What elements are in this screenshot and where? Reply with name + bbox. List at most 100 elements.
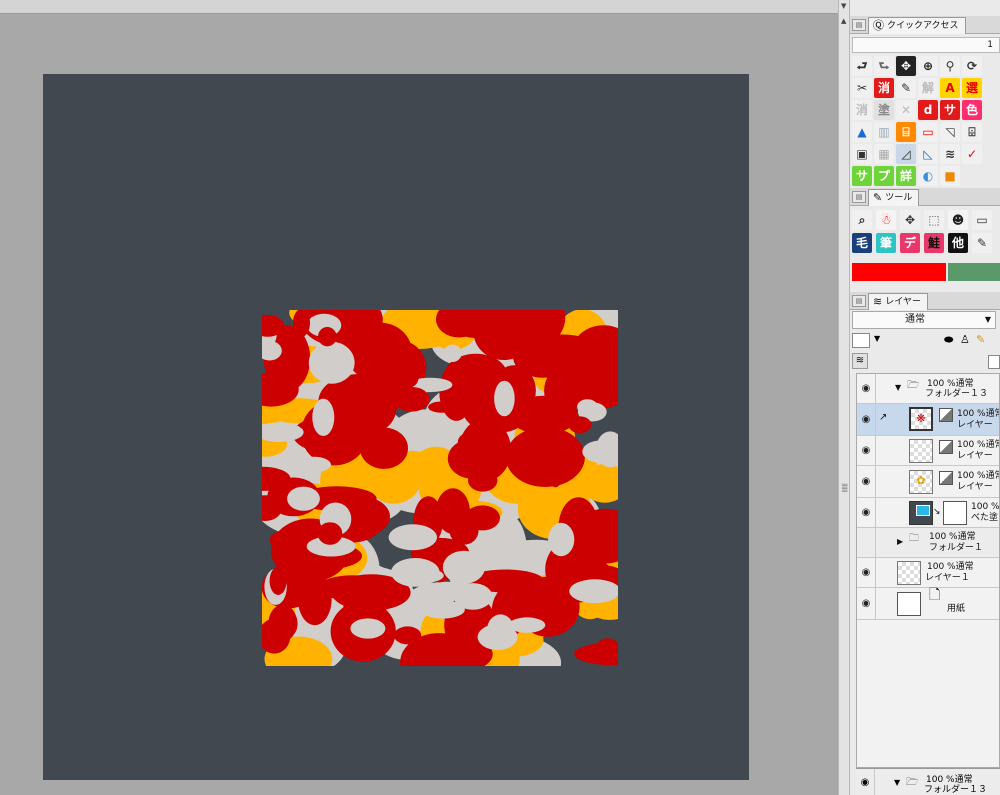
camo-blob <box>477 624 518 650</box>
tool-icon[interactable]: 鮭 <box>924 233 944 253</box>
tool-icon[interactable]: ⟳ <box>962 56 982 76</box>
camo-blob <box>308 341 355 384</box>
layer-row-folder-13[interactable]: ◉ ▼ 🗁 100 %通常 フォルダー１３ <box>857 374 999 404</box>
tool-icon[interactable]: ▭ <box>972 210 992 230</box>
tab-tool[interactable]: ✎ ツール <box>868 189 920 206</box>
layer-row[interactable]: ◉ ✿ 100 %通常 レイヤー <box>857 466 999 498</box>
eye-icon[interactable]: ◉ <box>857 588 876 619</box>
tab-layer[interactable]: ≋ レイヤー <box>868 293 928 310</box>
chevron-down-icon[interactable]: ▼ <box>874 334 880 343</box>
collapse-arrow-icon[interactable]: ▼ <box>841 2 846 10</box>
folder-expanded-icon[interactable]: ▼ <box>894 778 900 787</box>
folder-expanded-icon[interactable]: ▼ <box>895 383 901 393</box>
eye-icon[interactable]: ◉ <box>857 558 876 587</box>
tool-icon[interactable]: 解 <box>918 78 938 98</box>
expand-arrow-icon[interactable]: ▲ <box>841 17 846 25</box>
tool-icon[interactable]: 消 <box>874 78 894 98</box>
layer-name: べた塗 <box>971 513 999 523</box>
layer-stack-icon[interactable]: ≋ <box>852 353 868 369</box>
eye-icon[interactable]: ◉ <box>857 404 876 435</box>
tool-icon[interactable]: ✎ <box>896 78 916 98</box>
tool-icon[interactable]: ◿ <box>896 144 916 164</box>
layer-row-layer-1[interactable]: ◉ 100 %通常 レイヤー１ <box>857 558 999 588</box>
layer-row-folder-1[interactable]: ▶ 🗀 100 %通常 フォルダー１ <box>857 528 999 558</box>
tool-icon[interactable]: 詳 <box>896 166 916 186</box>
tool-icon[interactable]: ✥ <box>900 210 920 230</box>
quick-access-icon-grid: ⮐ ⮑ ✥ ⊕ ⚲ ⟳ ✂ 消 ✎ 解 A 選消塗 ✕ d サ色 ▲ ▥ ⌸ ▭ ◹ ⌹ ▣ ▦ ◿ ◺ ≋ ✓ サプ詳 ◐ ■ <box>852 56 1000 186</box>
tool-icon[interactable]: デ <box>900 233 920 253</box>
tool-icon[interactable]: サ <box>852 166 872 186</box>
tool-icon[interactable]: ▲ <box>852 122 872 142</box>
tool-icon[interactable]: 他 <box>948 233 968 253</box>
canvas-workspace[interactable] <box>0 14 838 795</box>
tool-icon[interactable]: ✥ <box>896 56 916 76</box>
camo-blob <box>457 432 481 452</box>
canvas-paper[interactable] <box>43 74 749 780</box>
layer-row-selected[interactable]: ◉ ↗ ❋ 100 %通常 レイヤー <box>857 404 999 436</box>
camo-blob <box>287 486 320 511</box>
panel-menu-icon[interactable]: ▤ <box>852 295 866 307</box>
page-icon[interactable] <box>988 355 1000 369</box>
main-color-swatch[interactable] <box>852 263 946 281</box>
eye-icon[interactable]: ◉ <box>857 436 876 465</box>
sub-color-swatch[interactable] <box>948 263 1000 281</box>
layer-row-paper[interactable]: ◉ 🗋 用紙 <box>857 588 999 620</box>
folder-open-icon: 🗁 <box>907 380 920 391</box>
tool-icon[interactable]: ■ <box>940 166 960 186</box>
eye-icon[interactable]: ◉ <box>857 374 876 403</box>
tool-icon[interactable]: ⮑ <box>874 56 894 76</box>
tool-icon[interactable]: ▣ <box>852 144 872 164</box>
tab-quick-access[interactable]: Ⓠ クイックアクセス <box>868 17 966 34</box>
quick-access-set-selector[interactable]: 1 <box>852 37 1000 53</box>
color-select-box[interactable] <box>852 333 870 348</box>
panel-menu-icon[interactable]: ▤ <box>852 191 866 203</box>
tool-icon[interactable]: ☃ <box>876 210 896 230</box>
eraser-icon[interactable]: ⬬ <box>944 333 953 347</box>
tool-icon[interactable]: ✕ <box>896 100 916 120</box>
tool-icon[interactable]: ≋ <box>940 144 960 164</box>
tool-icon[interactable]: ⚲ <box>940 56 960 76</box>
layer-row-fill[interactable]: ◉ ↘ 100 % べた塗 <box>857 498 999 528</box>
layer-opacity-mode: 100 %通常 <box>927 562 974 572</box>
tool-icon[interactable]: A <box>940 78 960 98</box>
blend-mode-select[interactable]: 通常 ▼ <box>852 311 996 329</box>
tool-icon[interactable]: ✎ <box>972 233 992 253</box>
eye-icon[interactable]: ◉ <box>856 769 875 795</box>
tool-icon[interactable]: サ <box>940 100 960 120</box>
tool-icon[interactable]: ⊕ <box>918 56 938 76</box>
eye-hidden-slot[interactable] <box>857 528 876 557</box>
tool-icon[interactable]: 塗 <box>874 100 894 120</box>
tool-icon[interactable]: ⬚ <box>924 210 944 230</box>
layer-row[interactable]: ◉ 100 %通常 レイヤー <box>857 436 999 466</box>
tool-icon[interactable]: 筆 <box>876 233 896 253</box>
tool-icon[interactable]: d <box>918 100 938 120</box>
tool-icon[interactable]: ✂ <box>852 78 872 98</box>
eye-icon[interactable]: ◉ <box>857 466 876 497</box>
tool-icon[interactable]: ◺ <box>918 144 938 164</box>
tool-icon[interactable]: ⮐ <box>852 56 872 76</box>
tool-icon[interactable]: ⌸ <box>896 122 916 142</box>
bottom-layer-row[interactable]: ◉ ▼ 🗁 100 %通常 フォルダー１３ <box>856 768 1000 795</box>
tool-icon[interactable]: ⌹ <box>962 122 982 142</box>
layer-name: レイヤー <box>957 451 993 461</box>
panel-splitter[interactable]: ▼ ▲ ═ ═ ═ <box>838 0 850 795</box>
tool-icon[interactable]: 毛 <box>852 233 872 253</box>
tool-icon[interactable]: ✓ <box>962 144 982 164</box>
tool-icon[interactable]: 選 <box>962 78 982 98</box>
panel-menu-icon[interactable]: ▤ <box>852 19 866 31</box>
tool-icon[interactable]: ▦ <box>874 144 894 164</box>
tool-icon[interactable]: ☻ <box>948 210 968 230</box>
tool-icon[interactable]: ▭ <box>918 122 938 142</box>
splitter-grip-icon[interactable]: ═ ═ ═ <box>842 482 847 497</box>
folder-collapsed-icon[interactable]: ▶ <box>897 537 903 547</box>
tool-icon[interactable]: ◹ <box>940 122 960 142</box>
tool-icon[interactable]: ⌕ <box>852 210 872 230</box>
tool-icon[interactable]: プ <box>874 166 894 186</box>
figure-icon[interactable]: ♙ <box>960 333 970 346</box>
tool-icon[interactable]: ◐ <box>918 166 938 186</box>
tool-icon[interactable]: 色 <box>962 100 982 120</box>
pencil-icon[interactable]: ✎ <box>976 333 985 346</box>
tool-icon[interactable]: ▥ <box>874 122 894 142</box>
tool-icon[interactable]: 消 <box>852 100 872 120</box>
eye-icon[interactable]: ◉ <box>857 498 876 527</box>
